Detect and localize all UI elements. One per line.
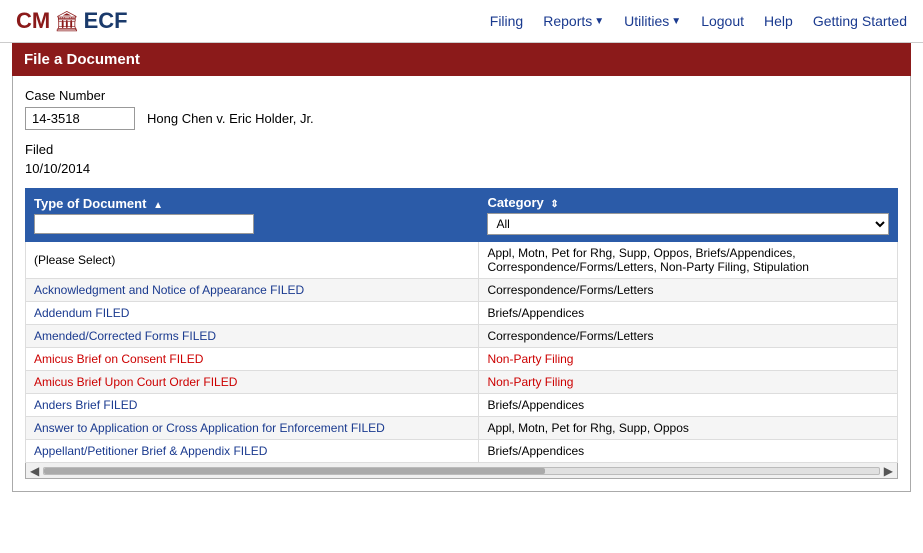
category-cell: Non-Party Filing — [479, 348, 898, 371]
type-cell[interactable]: Anders Brief FILED — [26, 394, 479, 417]
main-content: File a Document Case Number Hong Chen v.… — [0, 43, 923, 504]
scroll-thumb — [44, 468, 545, 474]
nav-filing[interactable]: Filing — [490, 13, 523, 29]
category-cell: Appl, Motn, Pet for Rhg, Supp, Oppos — [479, 417, 898, 440]
category-select[interactable]: All Appl, Motn, Pet for Rhg, Supp, Oppos… — [487, 213, 889, 235]
doc-table-body: (Please Select)Appl, Motn, Pet for Rhg, … — [26, 242, 898, 463]
col-header-category[interactable]: Category ⇕ All Appl, Motn, Pet for Rhg, … — [479, 189, 898, 242]
header: CM 🏛 ECF Filing Reports ▼ Utilities ▼ Lo… — [0, 0, 923, 43]
filed-date: 10/10/2014 — [25, 161, 898, 176]
category-cell: Correspondence/Forms/Letters — [479, 325, 898, 348]
nav-getting-started[interactable]: Getting Started — [813, 13, 907, 29]
logo-icon: 🏛 — [54, 9, 79, 34]
type-cell[interactable]: Addendum FILED — [26, 302, 479, 325]
reports-dropdown-arrow: ▼ — [594, 16, 604, 27]
case-name: Hong Chen v. Eric Holder, Jr. — [147, 111, 314, 126]
file-doc-header: File a Document — [12, 43, 911, 76]
type-filter-input[interactable] — [34, 214, 254, 234]
table-row: Anders Brief FILEDBriefs/Appendices — [26, 394, 898, 417]
table-row: Addendum FILEDBriefs/Appendices — [26, 302, 898, 325]
type-cell[interactable]: Acknowledgment and Notice of Appearance … — [26, 279, 479, 302]
type-cell[interactable]: Answer to Application or Cross Applicati… — [26, 417, 479, 440]
content-area: Case Number Hong Chen v. Eric Holder, Jr… — [12, 76, 911, 492]
logo: CM 🏛 ECF — [16, 8, 128, 34]
utilities-dropdown-arrow: ▼ — [671, 16, 681, 27]
category-cell: Correspondence/Forms/Letters — [479, 279, 898, 302]
logo-ecf: ECF — [84, 8, 128, 34]
nav-utilities[interactable]: Utilities ▼ — [624, 13, 681, 29]
category-cell: Briefs/Appendices — [479, 394, 898, 417]
type-cell[interactable]: Amended/Corrected Forms FILED — [26, 325, 479, 348]
table-row: Appellant/Petitioner Brief & Appendix FI… — [26, 440, 898, 463]
table-row: Amicus Brief Upon Court Order FILEDNon-P… — [26, 371, 898, 394]
category-cell: Appl, Motn, Pet for Rhg, Supp, Oppos, Br… — [479, 242, 898, 279]
nav-logout[interactable]: Logout — [701, 13, 744, 29]
table-row: (Please Select)Appl, Motn, Pet for Rhg, … — [26, 242, 898, 279]
horizontal-scrollbar[interactable]: ◀ ▶ — [25, 463, 898, 479]
document-table-wrapper: Type of Document ▲ Category ⇕ All — [25, 188, 898, 463]
type-cell[interactable]: Amicus Brief on Consent FILED — [26, 348, 479, 371]
type-cell[interactable]: Amicus Brief Upon Court Order FILED — [26, 371, 479, 394]
table-row: Acknowledgment and Notice of Appearance … — [26, 279, 898, 302]
table-row: Answer to Application or Cross Applicati… — [26, 417, 898, 440]
case-number-section: Case Number Hong Chen v. Eric Holder, Jr… — [25, 88, 898, 130]
nav-reports[interactable]: Reports ▼ — [543, 13, 604, 29]
sort-category-arrow[interactable]: ⇕ — [550, 199, 558, 210]
document-table: Type of Document ▲ Category ⇕ All — [25, 188, 898, 463]
type-cell: (Please Select) — [26, 242, 479, 279]
scroll-track[interactable] — [43, 467, 880, 475]
scroll-right-arrow[interactable]: ▶ — [884, 464, 893, 478]
filed-label: Filed — [25, 142, 898, 157]
table-row: Amended/Corrected Forms FILEDCorresponde… — [26, 325, 898, 348]
case-number-input[interactable] — [25, 107, 135, 130]
type-cell[interactable]: Appellant/Petitioner Brief & Appendix FI… — [26, 440, 479, 463]
scroll-left-arrow[interactable]: ◀ — [30, 464, 39, 478]
table-row: Amicus Brief on Consent FILEDNon-Party F… — [26, 348, 898, 371]
nav: Filing Reports ▼ Utilities ▼ Logout Help… — [490, 13, 907, 29]
category-cell: Briefs/Appendices — [479, 440, 898, 463]
category-cell: Briefs/Appendices — [479, 302, 898, 325]
category-select-wrapper: All Appl, Motn, Pet for Rhg, Supp, Oppos… — [487, 210, 889, 235]
case-number-label: Case Number — [25, 88, 898, 103]
case-row: Hong Chen v. Eric Holder, Jr. — [25, 107, 898, 130]
col-header-type[interactable]: Type of Document ▲ — [26, 189, 479, 242]
nav-help[interactable]: Help — [764, 13, 793, 29]
category-cell: Non-Party Filing — [479, 371, 898, 394]
file-doc-title: File a Document — [24, 51, 140, 68]
filed-section: Filed 10/10/2014 — [25, 142, 898, 176]
logo-cm: CM — [16, 8, 50, 34]
table-header: Type of Document ▲ Category ⇕ All — [26, 189, 898, 242]
sort-type-arrow[interactable]: ▲ — [153, 200, 163, 211]
